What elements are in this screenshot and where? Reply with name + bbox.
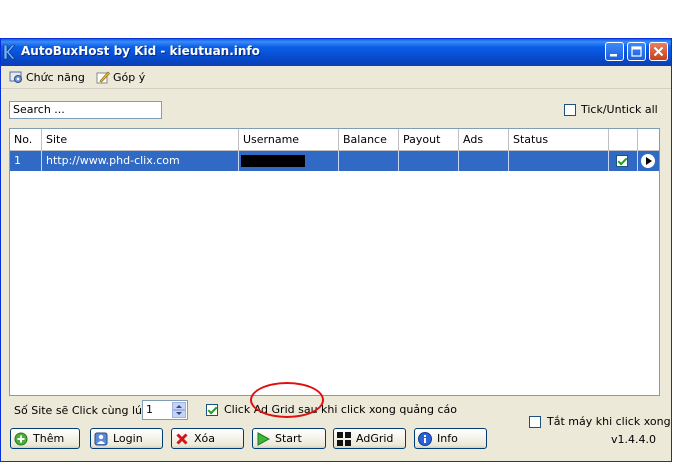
add-button-label: Thêm [33, 432, 65, 445]
maximize-button[interactable] [627, 42, 646, 61]
column-header-status[interactable]: Status [509, 129, 609, 150]
adgrid-button[interactable]: AdGrid [333, 428, 406, 449]
menu-item-functions[interactable]: Chức năng [9, 70, 85, 84]
stepper-down-button[interactable] [172, 410, 186, 418]
info-icon [418, 431, 432, 446]
grid-icon [337, 431, 351, 446]
shutdown-checkbox[interactable] [529, 415, 541, 428]
pencil-icon [96, 71, 110, 84]
app-logo-icon [3, 44, 15, 60]
column-header-username[interactable]: Username [239, 129, 339, 150]
version-label: v1.4.4.0 [611, 433, 656, 446]
start-button-label: Start [275, 432, 302, 445]
add-button[interactable]: Thêm [10, 428, 80, 449]
cell-action [638, 151, 659, 171]
concurrent-sites-label: Số Site sẽ Click cùng lúc: [14, 404, 152, 417]
minimize-icon [610, 54, 617, 57]
cell-site: http://www.phd-clix.com [42, 151, 239, 171]
play-icon [257, 431, 270, 446]
gear-icon [9, 71, 22, 83]
info-button-label: Info [437, 432, 458, 445]
start-button[interactable]: Start [252, 428, 326, 449]
column-header-action [638, 129, 659, 150]
tick-all-checkbox[interactable] [564, 103, 576, 116]
column-header-check [609, 129, 638, 150]
column-header-no[interactable]: No. [10, 129, 42, 150]
login-button[interactable]: Login [90, 428, 163, 449]
stepper-arrows [172, 402, 186, 418]
start-highlight-circle [250, 382, 324, 418]
row-checkbox[interactable] [616, 155, 628, 167]
table-row[interactable]: 1 http://www.phd-clix.com [10, 151, 659, 171]
close-icon [653, 46, 664, 57]
cell-status [509, 151, 609, 171]
search-input[interactable]: Search ... [9, 101, 162, 119]
cell-check [609, 151, 638, 171]
concurrent-sites-value: 1 [146, 403, 153, 416]
cell-ads [459, 151, 509, 171]
tick-all-label: Tick/Untick all [581, 103, 658, 116]
column-header-balance[interactable]: Balance [339, 129, 399, 150]
cell-no: 1 [10, 151, 42, 171]
shutdown-option[interactable]: Tắt máy khi click xong [529, 415, 671, 428]
menu-item-functions-label: Chức năng [26, 70, 85, 84]
delete-icon [176, 432, 188, 445]
delete-button[interactable]: Xóa [171, 428, 244, 449]
menu-item-feedback[interactable]: Góp ý [96, 70, 145, 84]
chevron-down-icon [176, 412, 182, 415]
column-header-payout[interactable]: Payout [399, 129, 459, 150]
login-button-label: Login [113, 432, 143, 445]
column-header-site[interactable]: Site [42, 129, 239, 150]
concurrent-sites-stepper[interactable]: 1 [142, 400, 188, 420]
info-button[interactable]: Info [414, 428, 487, 449]
shutdown-option-label: Tắt máy khi click xong [547, 415, 671, 428]
delete-button-label: Xóa [194, 432, 216, 445]
add-icon [14, 432, 28, 445]
chevron-up-icon [176, 405, 182, 408]
cell-username [239, 151, 339, 171]
sites-table[interactable]: No. Site Username Balance Payout Ads Sta… [9, 128, 660, 396]
app-window: AutoBuxHost by Kid - kieutuan.info Chức … [0, 38, 672, 462]
title-bar[interactable]: AutoBuxHost by Kid - kieutuan.info [1, 39, 671, 66]
minimize-button[interactable] [605, 42, 624, 61]
menu-item-feedback-label: Góp ý [113, 70, 146, 84]
window-title: AutoBuxHost by Kid - kieutuan.info [21, 44, 260, 58]
adgrid-button-label: AdGrid [356, 432, 394, 445]
close-button[interactable] [649, 42, 668, 61]
maximize-icon [631, 46, 642, 57]
username-redacted [241, 155, 305, 167]
menu-bar: Chức năng Góp ý [1, 66, 671, 89]
play-icon[interactable] [641, 154, 655, 168]
adgrid-option[interactable]: Click Ad Grid sau khi click xong quảng c… [206, 403, 457, 416]
login-icon [94, 432, 108, 445]
table-header: No. Site Username Balance Payout Ads Sta… [10, 129, 659, 151]
cell-payout [399, 151, 459, 171]
adgrid-checkbox[interactable] [206, 403, 218, 416]
stepper-up-button[interactable] [172, 402, 186, 410]
column-header-ads[interactable]: Ads [459, 129, 509, 150]
tick-all-toggle[interactable]: Tick/Untick all [564, 103, 658, 116]
cell-balance [339, 151, 399, 171]
